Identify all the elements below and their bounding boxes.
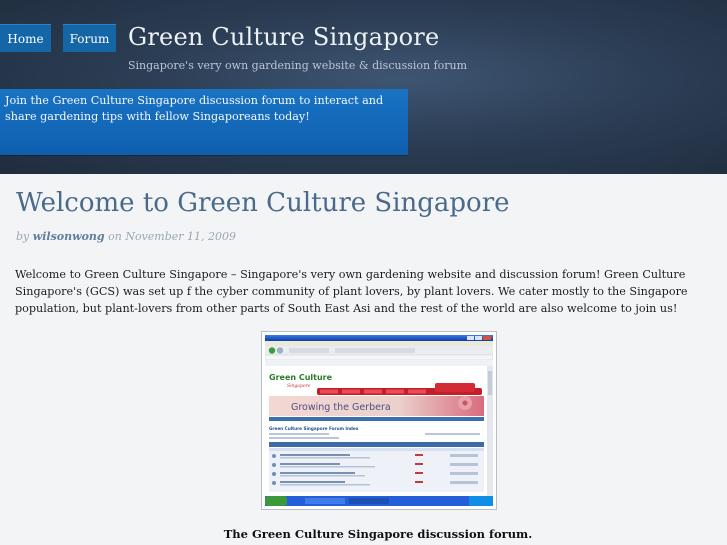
taskbar-clock xyxy=(469,496,493,506)
forum-index-heading: Green Culture Singapore Forum Index xyxy=(269,426,359,431)
nav-home-link[interactable]: Home xyxy=(0,24,51,52)
image-caption: The Green Culture Singapore discussion f… xyxy=(223,527,533,541)
forum-row-desc-4 xyxy=(280,484,370,486)
post-date: on November 11, 2009 xyxy=(108,230,237,243)
ie-titlebar-gloss xyxy=(265,335,493,341)
forum-tab-3 xyxy=(364,389,382,394)
forum-nav-strip xyxy=(269,417,484,421)
forum-info-line-1 xyxy=(269,433,329,435)
post-body: Welcome to Green Culture Singapore – Sin… xyxy=(15,268,688,315)
forum-row-title-1 xyxy=(280,454,350,456)
forum-promo-banner[interactable]: Join the Green Culture Singapore discuss… xyxy=(0,89,408,155)
forum-row-last-4 xyxy=(450,481,478,484)
ie-back-icon xyxy=(268,347,276,354)
forum-tab-5 xyxy=(408,389,426,394)
site-header: Home Forum Green Culture Singapore Singa… xyxy=(0,0,727,174)
forum-row-count-4 xyxy=(415,481,423,483)
ie-toolbar-icons-2 xyxy=(335,348,415,353)
author-link[interactable]: wilsonwong xyxy=(33,230,105,243)
forum-row-icon-3 xyxy=(272,472,276,476)
forum-row-desc-1 xyxy=(280,457,370,459)
ie-toolbar-icons xyxy=(289,348,329,353)
forum-join-tab xyxy=(435,383,475,392)
main-content: Welcome to Green Culture Singapore by wi… xyxy=(0,174,727,545)
forum-row-count-2 xyxy=(415,463,423,465)
forum-row-desc-2 xyxy=(280,466,375,468)
forum-screenshot-image: Green Culture Singapore Growing the Gerb… xyxy=(265,335,493,506)
forum-table-header xyxy=(269,442,484,447)
forum-screenshot[interactable]: Green Culture Singapore Growing the Gerb… xyxy=(261,331,497,510)
forum-row-count-3 xyxy=(415,472,423,474)
site-title[interactable]: Green Culture Singapore xyxy=(128,23,439,51)
post-byline: by wilsonwong on November 11, 2009 xyxy=(16,230,236,243)
ie-forward-icon xyxy=(276,347,284,354)
forum-tab-2 xyxy=(342,389,360,394)
forum-row-icon-2 xyxy=(272,463,276,467)
forum-row-title-2 xyxy=(280,463,340,465)
forum-logo: Green Culture xyxy=(269,373,333,382)
forum-row-icon-4 xyxy=(272,481,276,485)
site-tagline: Singapore's very own gardening website &… xyxy=(128,59,468,72)
forum-row-title-4 xyxy=(280,481,345,483)
forum-category-row xyxy=(269,448,484,451)
byline-by: by xyxy=(16,230,30,243)
ie-scroll-thumb xyxy=(488,371,492,395)
ie-max-button xyxy=(475,336,482,340)
nav-forum-link[interactable]: Forum xyxy=(63,24,116,52)
forum-screenshot-illustration: Green Culture Singapore Growing the Gerb… xyxy=(265,335,493,506)
taskbar-window-2 xyxy=(349,498,389,504)
forum-logo-sub: Singapore xyxy=(287,383,311,389)
windows-start-button xyxy=(265,496,287,506)
ie-close-button xyxy=(483,336,491,340)
forum-row-desc-3 xyxy=(280,475,365,477)
forum-info-line-2 xyxy=(269,437,339,439)
forum-table-rows xyxy=(269,448,484,492)
taskbar-window-1 xyxy=(305,498,345,504)
forum-row-last-3 xyxy=(450,472,478,475)
forum-row-title-3 xyxy=(280,472,355,474)
forum-row-count-1 xyxy=(415,454,423,456)
ie-links-bar xyxy=(265,360,493,366)
forum-row-icon-1 xyxy=(272,454,276,458)
forum-tab-4 xyxy=(386,389,404,394)
gerbera-center xyxy=(462,400,468,406)
forum-tab-1 xyxy=(320,389,338,394)
forum-row-last-2 xyxy=(450,463,478,466)
forum-banner-text: Growing the Gerbera xyxy=(291,402,391,413)
post-title[interactable]: Welcome to Green Culture Singapore xyxy=(16,188,510,218)
forum-row-last-1 xyxy=(450,454,478,457)
ie-address-bar xyxy=(265,354,493,361)
forum-info-line-3 xyxy=(425,433,480,435)
ie-menubar xyxy=(265,341,493,346)
ie-min-button xyxy=(467,336,474,340)
